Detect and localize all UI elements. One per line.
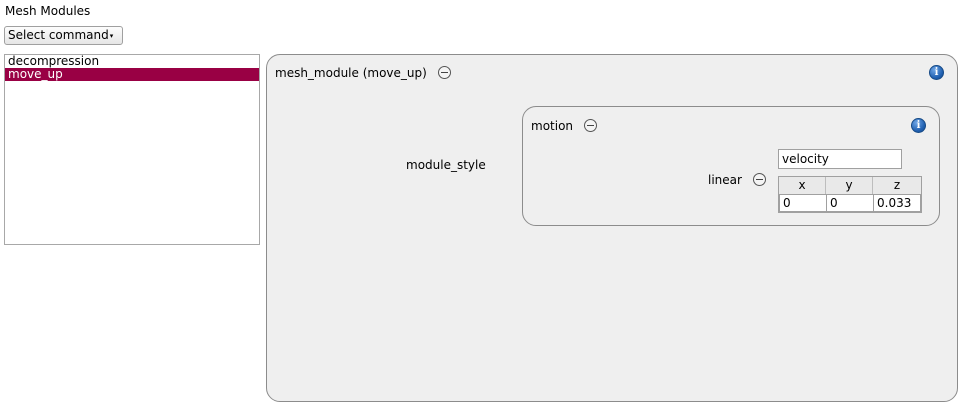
cell-y[interactable]: 0	[826, 194, 874, 212]
collapse-linear-icon[interactable]	[753, 173, 766, 186]
chevron-down-icon: ▾	[109, 32, 114, 40]
motion-type-field[interactable]: velocity	[778, 149, 902, 169]
select-command-dropdown[interactable]: Select command▾	[4, 26, 123, 45]
module-list[interactable]: decompression move_up	[4, 54, 260, 245]
motion-info-icon[interactable]: i	[911, 118, 926, 133]
cell-z[interactable]: 0.033	[873, 194, 921, 212]
linear-label: linear	[708, 173, 742, 187]
list-item-move-up[interactable]: move_up	[5, 68, 259, 81]
collapse-motion-icon[interactable]	[584, 119, 597, 132]
page-title: Mesh Modules	[5, 4, 91, 18]
column-header-y: y	[826, 177, 873, 194]
module-style-label: module_style	[406, 158, 486, 172]
motion-title: motion	[531, 119, 574, 133]
select-command-label: Select command	[8, 28, 109, 42]
cell-x[interactable]: 0	[779, 194, 827, 212]
collapse-mesh-module-icon[interactable]	[438, 66, 451, 79]
column-header-z: z	[893, 178, 901, 192]
velocity-vector-table: x y z 0 0 0.033	[778, 176, 922, 213]
column-header-x: x	[779, 177, 826, 194]
mesh-module-title: mesh_module (move_up)	[275, 66, 427, 80]
info-icon[interactable]: i	[929, 65, 944, 80]
